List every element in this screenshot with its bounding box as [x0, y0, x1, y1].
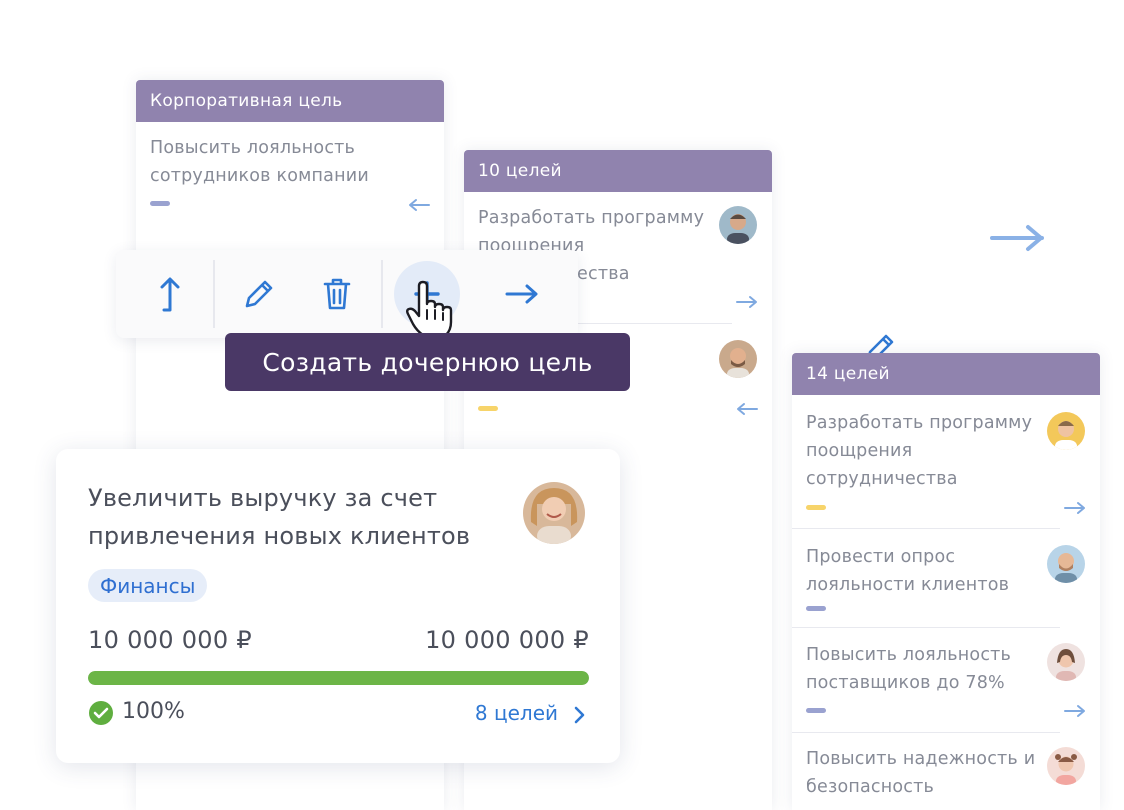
- next-button[interactable]: [495, 266, 551, 322]
- move-up-button[interactable]: [142, 266, 198, 322]
- avatar: [719, 206, 757, 244]
- goal-item[interactable]: Повысить лояльность сотрудников компании: [150, 134, 430, 190]
- move-up-icon: [160, 277, 180, 312]
- target-amount: 10 000 000 ₽: [425, 626, 589, 654]
- goal-action-toolbar: [116, 250, 578, 338]
- progress-percent: 100%: [122, 699, 185, 724]
- avatar: [1047, 412, 1085, 450]
- arrow-right-icon[interactable]: [1064, 704, 1086, 718]
- avatar: [1047, 747, 1085, 785]
- status-pill: [150, 201, 170, 206]
- goal-item[interactable]: Провести опрос лояльности клиентов: [806, 543, 1036, 599]
- column-header: 10 целей: [464, 150, 772, 192]
- child-goals-link[interactable]: 8 целей: [475, 701, 558, 725]
- divider: [381, 260, 383, 328]
- arrow-right-icon[interactable]: [736, 295, 758, 309]
- arrow-right-icon: [505, 284, 538, 304]
- avatar: [719, 340, 757, 378]
- avatar: [1047, 643, 1085, 681]
- divider: [792, 732, 1060, 733]
- divider: [792, 627, 1060, 628]
- chevron-right-icon[interactable]: [572, 705, 586, 725]
- delete-button[interactable]: [309, 266, 365, 322]
- status-pill: [806, 708, 826, 713]
- arrow-left-icon[interactable]: [408, 198, 430, 212]
- goal-text: Повысить лояльность сотрудников компании: [150, 138, 369, 186]
- avatar: [523, 482, 585, 544]
- divider: [213, 260, 215, 328]
- current-amount: 10 000 000 ₽: [88, 626, 252, 654]
- progress-fill: [88, 671, 589, 685]
- status-pill: [806, 606, 826, 611]
- goal-text: Разработать программу поощрения сотрудни…: [806, 413, 1033, 489]
- pencil-icon: [245, 280, 273, 308]
- tooltip-create-child-goal: Создать дочернюю цель: [225, 333, 630, 391]
- goal-card[interactable]: Увеличить выручку за счет привлечения но…: [56, 449, 620, 763]
- status-pill: [478, 406, 498, 411]
- arrow-left-icon[interactable]: [736, 402, 758, 416]
- column-header: Корпоративная цель: [136, 80, 444, 122]
- progress-bar: [88, 671, 589, 685]
- avatar: [1047, 545, 1085, 583]
- goal-title: Увеличить выручку за счет привлечения но…: [88, 484, 471, 550]
- goal-item[interactable]: Разработать программу поощрения сотрудни…: [806, 409, 1036, 493]
- edit-button[interactable]: [231, 266, 287, 322]
- goal-item[interactable]: Повысить надежность и безопасность: [806, 745, 1036, 801]
- category-tag[interactable]: Финансы: [88, 569, 208, 602]
- arrow-right-icon[interactable]: [990, 224, 1050, 252]
- goal-item[interactable]: Повысить лояльность поставщиков до 78%: [806, 641, 1036, 697]
- trash-icon: [323, 278, 351, 310]
- status-pill: [806, 505, 826, 510]
- check-circle-icon: [89, 701, 113, 725]
- goal-text: Повысить надежность и безопасность: [806, 749, 1036, 797]
- goal-text: Повысить лояльность поставщиков до 78%: [806, 645, 1012, 693]
- divider: [792, 528, 1060, 529]
- goals-column-14: 14 целей Разработать программу поощрения…: [792, 353, 1100, 810]
- goal-text: Провести опрос лояльности клиентов: [806, 547, 1010, 595]
- column-header: 14 целей: [792, 353, 1100, 395]
- hand-pointer-icon: [406, 280, 453, 337]
- arrow-right-icon[interactable]: [1064, 501, 1086, 515]
